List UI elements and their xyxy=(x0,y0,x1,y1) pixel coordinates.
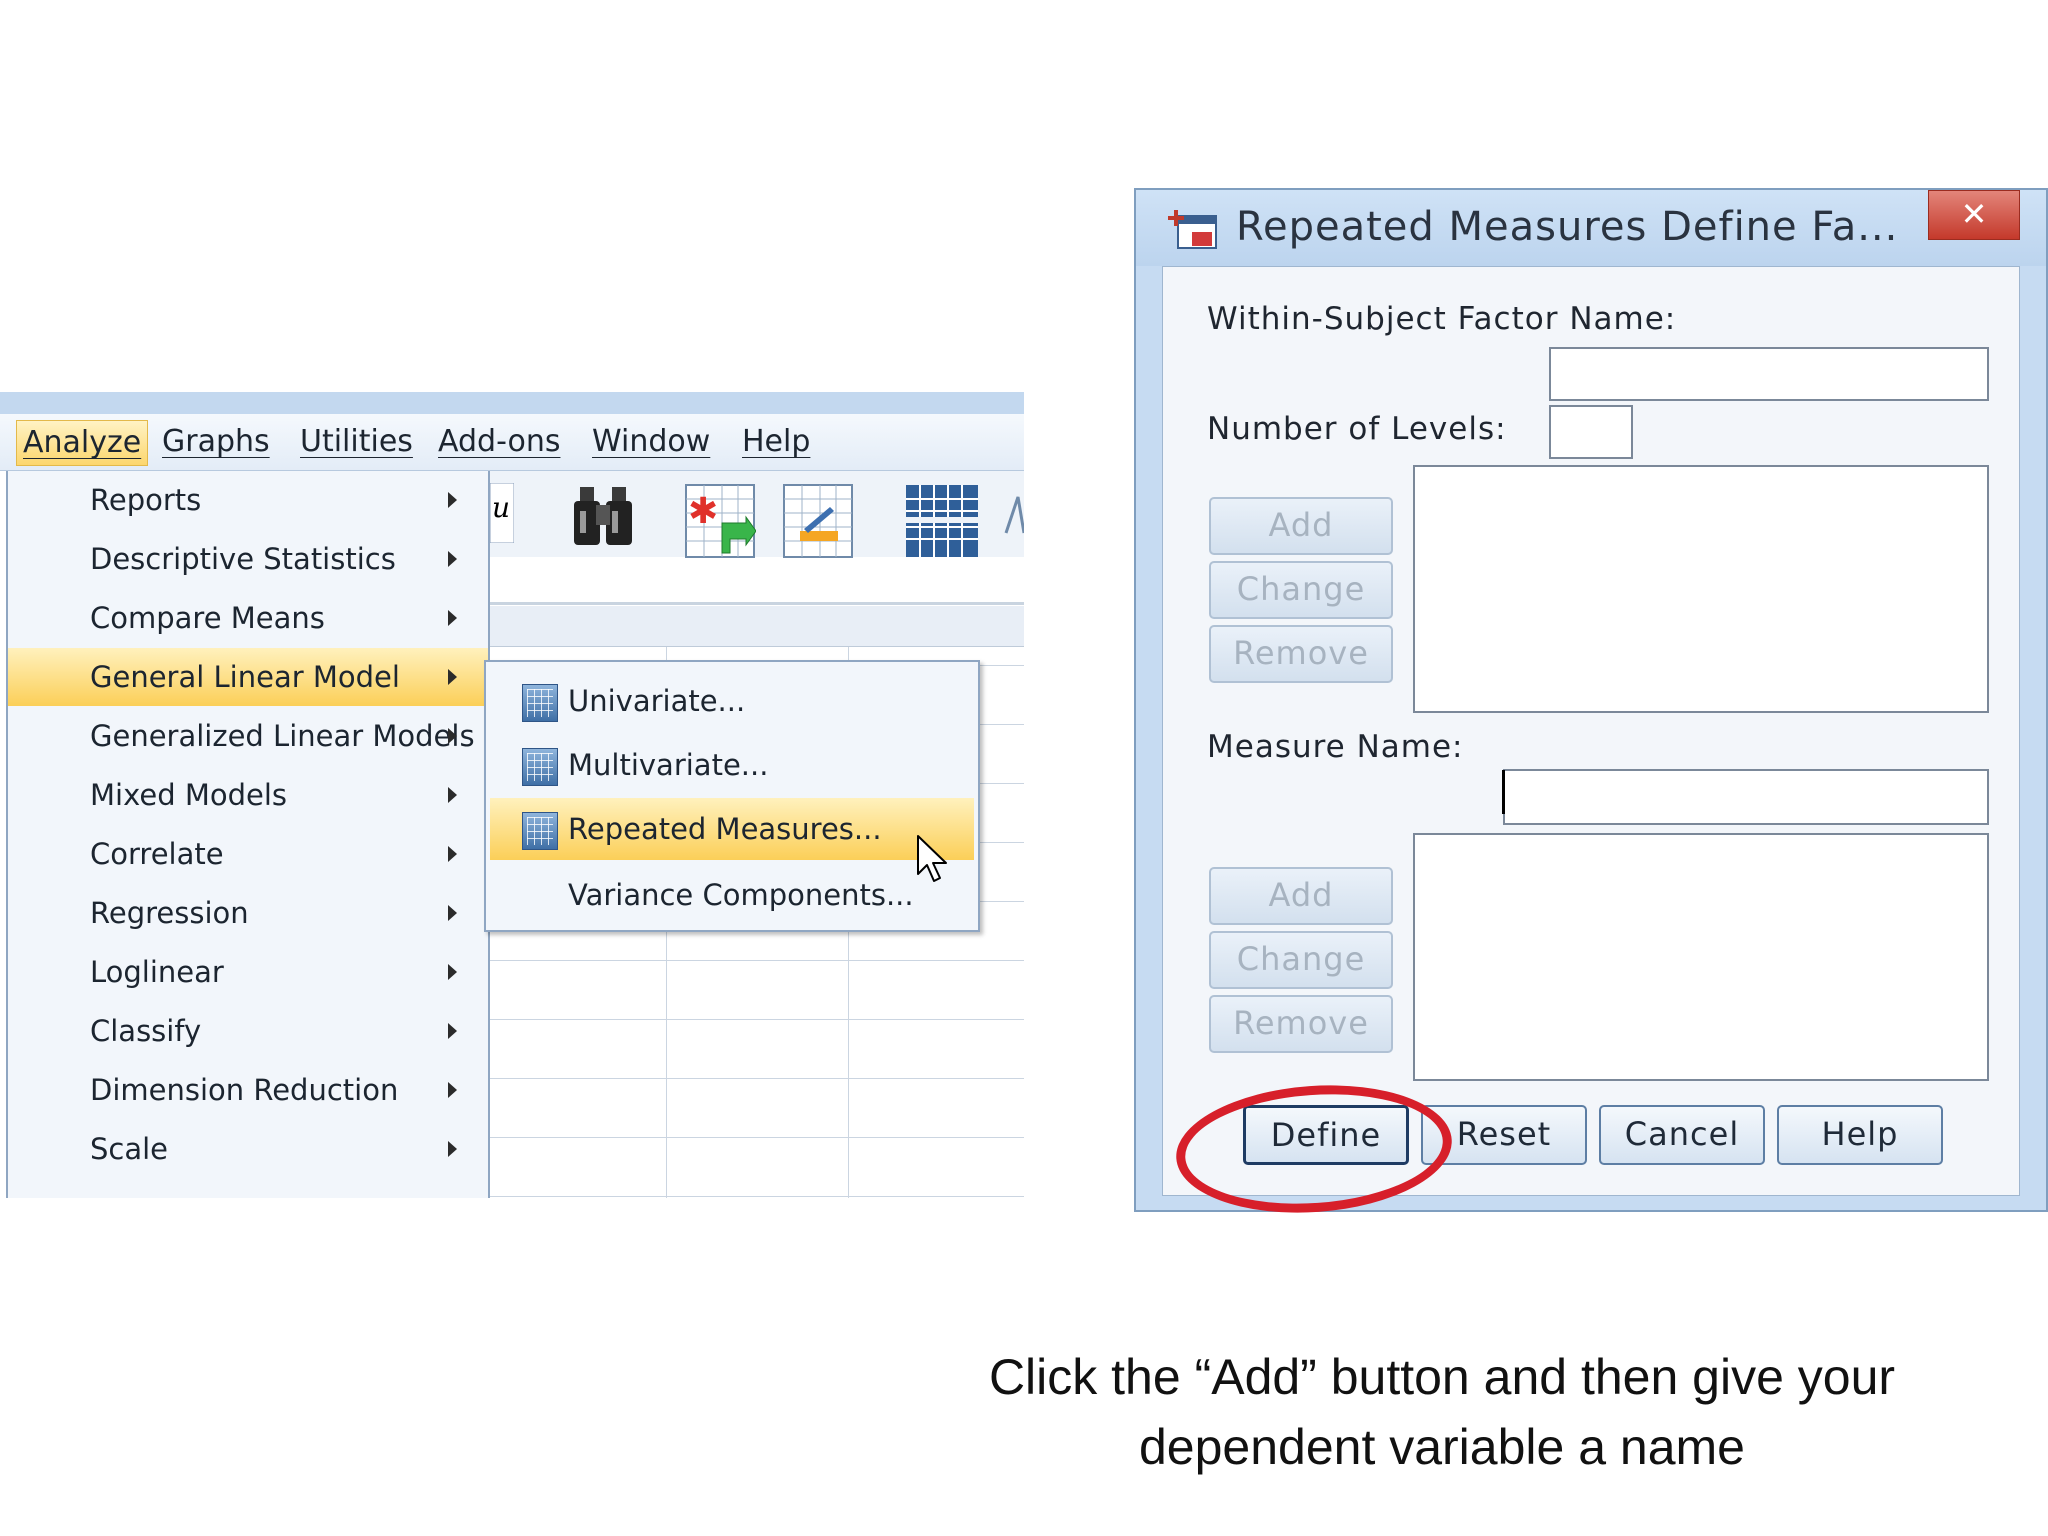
submenu-item-label: Univariate... xyxy=(568,684,746,718)
spss-screenshot: Analyze Graphs Utilities Add-ons Window … xyxy=(0,392,1024,1198)
menu-item-label: Scale xyxy=(90,1132,169,1166)
menu-graphs[interactable]: Graphs xyxy=(156,420,276,464)
analyze-dropdown-menu: Reports Descriptive Statistics Compare M… xyxy=(6,471,490,1198)
menu-item-label: Generalized Linear Models xyxy=(90,719,475,753)
menu-item-label: Mixed Models xyxy=(90,778,287,812)
menu-item-compare-means[interactable]: Compare Means xyxy=(8,589,488,647)
submenu-item-variance-components[interactable]: Variance Components... xyxy=(490,864,974,926)
scale-icon[interactable] xyxy=(1000,483,1024,543)
submenu-arrow-icon xyxy=(448,905,457,921)
menu-item-correlate[interactable]: Correlate xyxy=(8,825,488,883)
dialog-title: Repeated Measures Define Fa... xyxy=(1236,204,1899,250)
menu-item-generalized-linear-models[interactable]: Generalized Linear Models xyxy=(8,707,488,765)
help-button[interactable]: Help xyxy=(1777,1105,1943,1165)
text-caret xyxy=(1502,770,1505,814)
measure-remove-button[interactable]: Remove xyxy=(1209,995,1393,1053)
submenu-arrow-icon xyxy=(448,787,457,803)
repeated-measures-define-dialog: Repeated Measures Define Fa... ✕ Within-… xyxy=(1134,188,2048,1212)
factor-remove-button[interactable]: Remove xyxy=(1209,625,1393,683)
menu-bar: Analyze Graphs Utilities Add-ons Window … xyxy=(0,414,1024,471)
menu-item-classify[interactable]: Classify xyxy=(8,1002,488,1060)
levels-input[interactable] xyxy=(1549,405,1633,459)
toolbar: u ✱ xyxy=(490,471,1024,559)
measure-list[interactable] xyxy=(1413,833,1989,1081)
menu-window[interactable]: Window xyxy=(586,420,716,464)
insert-cases-icon[interactable]: ✱ xyxy=(684,483,756,559)
factor-add-button[interactable]: Add xyxy=(1209,497,1393,555)
menu-item-label: Regression xyxy=(90,896,249,930)
glm-icon xyxy=(522,812,558,850)
close-button[interactable]: ✕ xyxy=(1928,190,2020,240)
factor-name-input[interactable] xyxy=(1549,347,1989,401)
levels-label: Number of Levels: xyxy=(1207,411,1507,447)
menu-item-reports[interactable]: Reports xyxy=(8,471,488,529)
menu-utilities[interactable]: Utilities xyxy=(294,420,419,464)
measure-add-button[interactable]: Add xyxy=(1209,867,1393,925)
factor-change-button[interactable]: Change xyxy=(1209,561,1393,619)
window-title-strip xyxy=(0,392,1024,414)
glm-icon xyxy=(522,684,558,722)
caption-line-1: Click the “Add” button and then give you… xyxy=(988,1349,1896,1405)
svg-text:u: u xyxy=(492,491,510,524)
dialog-title-bar[interactable]: Repeated Measures Define Fa... ✕ xyxy=(1136,190,2046,266)
factor-list[interactable] xyxy=(1413,465,1989,713)
function-icon[interactable]: u xyxy=(490,483,514,543)
menu-analyze[interactable]: Analyze xyxy=(16,420,149,466)
chart-builder-icon[interactable] xyxy=(782,483,854,559)
menu-item-mixed-models[interactable]: Mixed Models xyxy=(8,766,488,824)
submenu-item-label: Variance Components... xyxy=(568,878,914,912)
menu-item-dimension-reduction[interactable]: Dimension Reduction xyxy=(8,1061,488,1119)
submenu-item-multivariate[interactable]: Multivariate... xyxy=(490,734,974,796)
submenu-item-label: Repeated Measures... xyxy=(568,812,882,846)
menu-item-label: General Linear Model xyxy=(90,660,400,694)
menu-item-regression[interactable]: Regression xyxy=(8,884,488,942)
find-binoculars-icon[interactable] xyxy=(572,483,636,549)
menu-item-loglinear[interactable]: Loglinear xyxy=(8,943,488,1001)
menu-item-label: Reports xyxy=(90,483,202,517)
submenu-arrow-icon xyxy=(448,846,457,862)
measure-change-button[interactable]: Change xyxy=(1209,931,1393,989)
measure-name-label: Measure Name: xyxy=(1207,729,1464,765)
instruction-caption: Click the “Add” button and then give you… xyxy=(880,1342,2004,1482)
submenu-arrow-icon xyxy=(448,492,457,508)
submenu-arrow-icon xyxy=(448,1023,457,1039)
svg-text:✱: ✱ xyxy=(688,491,718,532)
submenu-item-univariate[interactable]: Univariate... xyxy=(490,670,974,732)
cancel-button[interactable]: Cancel xyxy=(1599,1105,1765,1165)
menu-item-descriptive-statistics[interactable]: Descriptive Statistics xyxy=(8,530,488,588)
menu-item-general-linear-model[interactable]: General Linear Model xyxy=(8,648,488,706)
menu-item-label: Classify xyxy=(90,1014,202,1048)
data-grid-icon[interactable] xyxy=(904,483,980,559)
menu-item-label: Loglinear xyxy=(90,955,224,989)
submenu-arrow-icon xyxy=(448,1141,457,1157)
submenu-arrow-icon xyxy=(448,964,457,980)
factor-name-label: Within-Subject Factor Name: xyxy=(1207,301,1677,337)
glm-submenu: Univariate... Multivariate... Repeated M… xyxy=(484,660,980,932)
glm-icon xyxy=(522,748,558,786)
grid-column-header xyxy=(490,606,1024,647)
mouse-pointer-icon xyxy=(917,835,947,882)
menu-help[interactable]: Help xyxy=(736,420,816,464)
cell-editor-bar[interactable] xyxy=(490,562,1024,605)
dialog-body: Within-Subject Factor Name: Number of Le… xyxy=(1162,266,2020,1196)
menu-item-label: Compare Means xyxy=(90,601,325,635)
submenu-arrow-icon xyxy=(448,669,457,685)
submenu-arrow-icon xyxy=(448,728,457,744)
menu-item-scale[interactable]: Scale xyxy=(8,1120,488,1178)
caption-line-2: dependent variable a name xyxy=(1138,1419,1745,1475)
submenu-item-repeated-measures[interactable]: Repeated Measures... xyxy=(490,798,974,860)
menu-item-label: Dimension Reduction xyxy=(90,1073,399,1107)
menu-add-ons[interactable]: Add-ons xyxy=(432,420,566,464)
measure-name-input[interactable] xyxy=(1503,769,1989,825)
menu-item-label: Correlate xyxy=(90,837,224,871)
submenu-arrow-icon xyxy=(448,1082,457,1098)
submenu-arrow-icon xyxy=(448,551,457,567)
submenu-arrow-icon xyxy=(448,610,457,626)
menu-item-label: Descriptive Statistics xyxy=(90,542,396,576)
submenu-item-label: Multivariate... xyxy=(568,748,769,782)
app-icon xyxy=(1168,210,1217,249)
